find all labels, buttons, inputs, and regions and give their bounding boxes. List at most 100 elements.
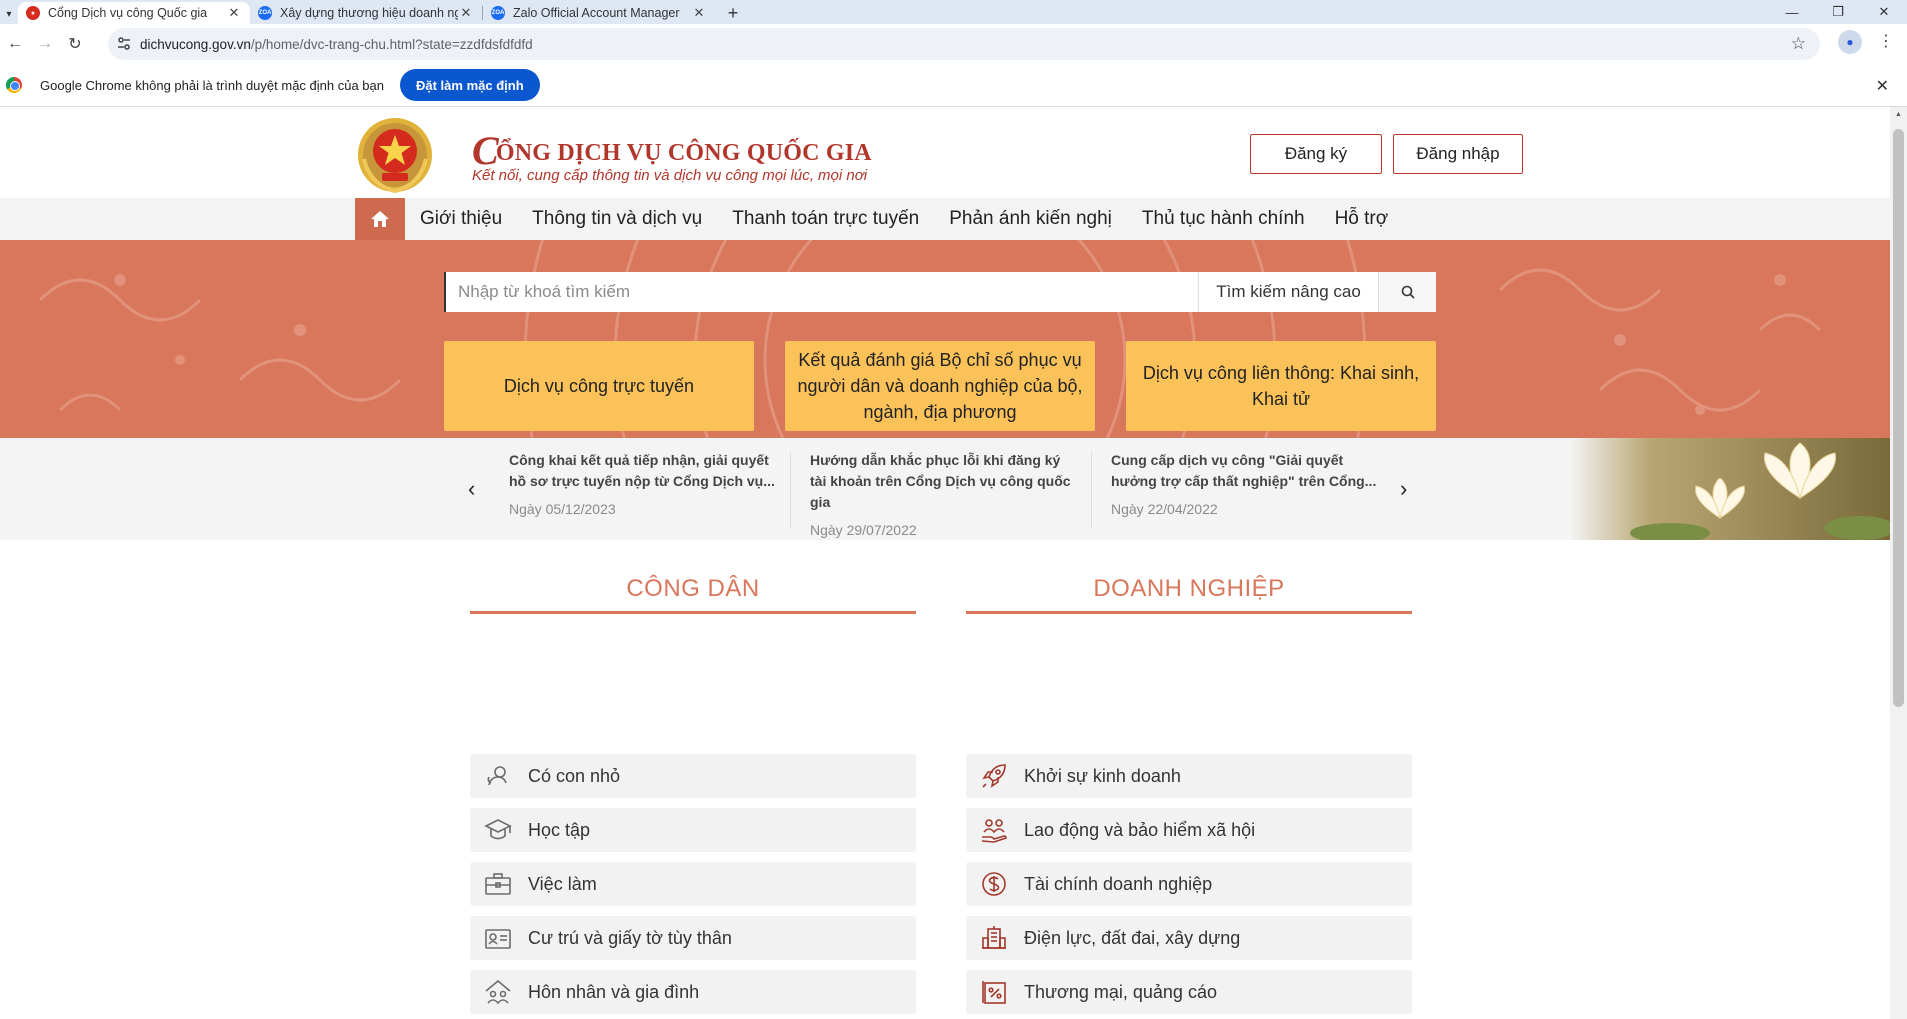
profile-avatar-icon[interactable]: ● <box>1838 30 1862 54</box>
zalo-favicon-icon: ZOA <box>491 6 505 20</box>
browser-menu-icon[interactable]: ⋮ <box>1876 30 1896 54</box>
site-subtitle: Kết nối, cung cấp thông tin và dịch vụ c… <box>472 167 868 184</box>
main-nav: Giới thiệu Thông tin và dịch vụ Thanh to… <box>0 198 1890 240</box>
news-item[interactable]: Hướng dẫn khắc phục lỗi khi đăng ký tài … <box>810 450 1080 538</box>
restore-icon[interactable]: ❐ <box>1815 0 1861 24</box>
rocket-icon <box>978 761 1010 791</box>
news-date: Ngày 05/12/2023 <box>509 501 616 517</box>
news-date: Ngày 29/07/2022 <box>810 522 917 538</box>
close-tab-icon[interactable]: ✕ <box>226 5 242 21</box>
carousel-next-icon[interactable]: › <box>1400 476 1407 502</box>
business-category-khoi-su[interactable]: Khởi sự kinh doanh <box>966 754 1412 798</box>
tab-title: Cổng Dịch vụ công Quốc gia <box>48 6 208 20</box>
infobar-close-icon[interactable]: ✕ <box>1876 76 1889 96</box>
site-info-icon[interactable] <box>108 28 140 60</box>
browser-tab-strip: ▾ ★ Cổng Dịch vụ công Quốc gia ✕ ZOA Xây… <box>0 0 1907 24</box>
reload-icon[interactable]: ↻ <box>60 29 90 59</box>
quick-link-evaluation-results[interactable]: Kết quả đánh giá Bộ chỉ số phục vụ người… <box>785 341 1095 431</box>
lotus-decoration <box>1570 438 1890 540</box>
carousel-prev-icon[interactable]: ‹ <box>468 476 475 502</box>
category-label: Có con nhỏ <box>528 765 621 786</box>
business-category-thuong-mai[interactable]: Thương mại, quảng cáo <box>966 970 1412 1014</box>
minimize-icon[interactable]: — <box>1769 0 1815 24</box>
category-label: Thương mại, quảng cáo <box>1024 981 1217 1002</box>
briefcase-icon <box>482 869 514 899</box>
percent-tag-icon <box>978 977 1010 1007</box>
workers-hand-icon <box>978 815 1010 845</box>
family-home-icon <box>482 977 514 1007</box>
nav-thong-tin-dich-vu[interactable]: Thông tin và dịch vụ <box>532 208 702 230</box>
advanced-search-button[interactable]: Tìm kiếm nâng cao <box>1198 272 1378 312</box>
news-item[interactable]: Cung cấp dịch vụ công "Giải quyết hưởng … <box>1111 450 1381 517</box>
page-viewport: CỔNG DỊCH VỤ CÔNG QUỐC GIA Kết nối, cung… <box>0 107 1890 1019</box>
news-carousel: ‹ Công khai kết quả tiếp nhận, giải quyế… <box>0 438 1890 540</box>
tab-dichvucong[interactable]: ★ Cổng Dịch vụ công Quốc gia ✕ <box>18 2 250 24</box>
tab-title: Xây dựng thương hiệu doanh nghiệp <box>280 6 458 20</box>
back-icon[interactable]: ← <box>0 29 30 59</box>
forward-icon[interactable]: → <box>30 29 60 59</box>
tab-search-icon[interactable]: ▾ <box>0 4 18 24</box>
scrollbar-thumb[interactable] <box>1893 129 1904 707</box>
chrome-logo-icon <box>6 77 22 93</box>
category-label: Việc làm <box>528 873 597 894</box>
quick-link-online-services[interactable]: Dịch vụ công trực tuyến <box>444 341 754 431</box>
national-emblem-icon[interactable] <box>356 115 434 195</box>
bookmark-star-icon[interactable]: ☆ <box>1791 34 1806 54</box>
business-category-tai-chinh[interactable]: Tài chính doanh nghiệp <box>966 862 1412 906</box>
page-scrollbar[interactable]: ▲ <box>1890 107 1907 1019</box>
close-tab-icon[interactable]: ✕ <box>691 5 707 21</box>
set-default-button[interactable]: Đặt làm mặc định <box>400 69 540 101</box>
infobar-message: Google Chrome không phải là trình duyệt … <box>40 77 384 93</box>
nav-phan-anh[interactable]: Phản ánh kiến nghị <box>949 208 1112 230</box>
business-category-lao-dong[interactable]: Lao động và bảo hiểm xã hội <box>966 808 1412 852</box>
dollar-coin-icon <box>978 869 1010 899</box>
register-button[interactable]: Đăng ký <box>1250 134 1382 174</box>
nav-gioi-thieu[interactable]: Giới thiệu <box>420 208 502 230</box>
close-tab-icon[interactable]: ✕ <box>458 5 474 21</box>
graduation-cap-icon <box>482 815 514 845</box>
citizen-category-hoc-tap[interactable]: Học tập <box>470 808 916 852</box>
browser-toolbar: ← → ↻ dichvucong.gov.vn/p/home/dvc-trang… <box>0 24 1907 64</box>
news-divider <box>1091 452 1092 528</box>
category-label: Tài chính doanh nghiệp <box>1024 873 1213 894</box>
tab-xay-dung-thuong-hieu[interactable]: ZOA Xây dựng thương hiệu doanh nghiệp ✕ <box>250 2 482 24</box>
url-text: dichvucong.gov.vn/p/home/dvc-trang-chu.h… <box>140 36 533 52</box>
business-category-dien-luc[interactable]: Điện lực, đất đai, xây dựng <box>966 916 1412 960</box>
news-title[interactable]: Cung cấp dịch vụ công "Giải quyết hưởng … <box>1111 450 1381 492</box>
address-bar[interactable]: dichvucong.gov.vn/p/home/dvc-trang-chu.h… <box>108 28 1820 60</box>
tab-title: Zalo Official Account Manager <box>513 6 680 20</box>
quick-link-birth-death-services[interactable]: Dịch vụ công liên thông: Khai sinh, Khai… <box>1126 341 1436 431</box>
search-icon[interactable] <box>1378 272 1436 312</box>
baby-icon <box>482 761 514 791</box>
tab-zalo-oa-manager[interactable]: ZOA Zalo Official Account Manager ✕ <box>483 2 715 24</box>
news-date: Ngày 22/04/2022 <box>1111 501 1218 517</box>
home-icon[interactable] <box>355 198 405 240</box>
news-title[interactable]: Công khai kết quả tiếp nhận, giải quyết … <box>509 450 779 492</box>
category-label: Lao động và bảo hiểm xã hội <box>1024 819 1256 840</box>
search-bar: Tìm kiếm nâng cao <box>444 272 1436 312</box>
new-tab-icon[interactable]: + <box>719 2 747 24</box>
window-controls: — ❐ ✕ <box>1769 0 1907 24</box>
citizen-category-co-con-nho[interactable]: Có con nhỏ <box>470 754 916 798</box>
site-header: CỔNG DỊCH VỤ CÔNG QUỐC GIA Kết nối, cung… <box>0 107 1890 198</box>
citizen-category-viec-lam[interactable]: Việc làm <box>470 862 916 906</box>
nav-ho-tro[interactable]: Hỗ trợ <box>1335 208 1389 230</box>
login-button[interactable]: Đăng nhập <box>1393 134 1523 174</box>
hero-banner: Tìm kiếm nâng cao Dịch vụ công trực tuyế… <box>0 240 1890 438</box>
category-label: Khởi sự kinh doanh <box>1024 765 1181 786</box>
scroll-up-icon[interactable]: ▲ <box>1895 111 1902 118</box>
citizen-category-hon-nhan[interactable]: Hôn nhân và gia đình <box>470 970 916 1014</box>
default-browser-infobar: Google Chrome không phải là trình duyệt … <box>0 64 1907 107</box>
search-input[interactable] <box>444 272 1198 312</box>
citizen-section-underline <box>470 611 916 614</box>
close-window-icon[interactable]: ✕ <box>1861 0 1907 24</box>
news-title[interactable]: Hướng dẫn khắc phục lỗi khi đăng ký tài … <box>810 450 1080 513</box>
news-item[interactable]: Công khai kết quả tiếp nhận, giải quyết … <box>509 450 779 517</box>
citizen-category-cu-tru[interactable]: Cư trú và giấy tờ tùy thân <box>470 916 916 960</box>
category-label: Học tập <box>528 819 591 840</box>
nav-thu-tuc[interactable]: Thủ tục hành chính <box>1142 208 1305 230</box>
nav-thanh-toan[interactable]: Thanh toán trực tuyến <box>732 208 919 230</box>
news-divider <box>790 452 791 528</box>
category-label: Điện lực, đất đai, xây dựng <box>1024 927 1241 948</box>
id-card-icon <box>482 923 514 953</box>
